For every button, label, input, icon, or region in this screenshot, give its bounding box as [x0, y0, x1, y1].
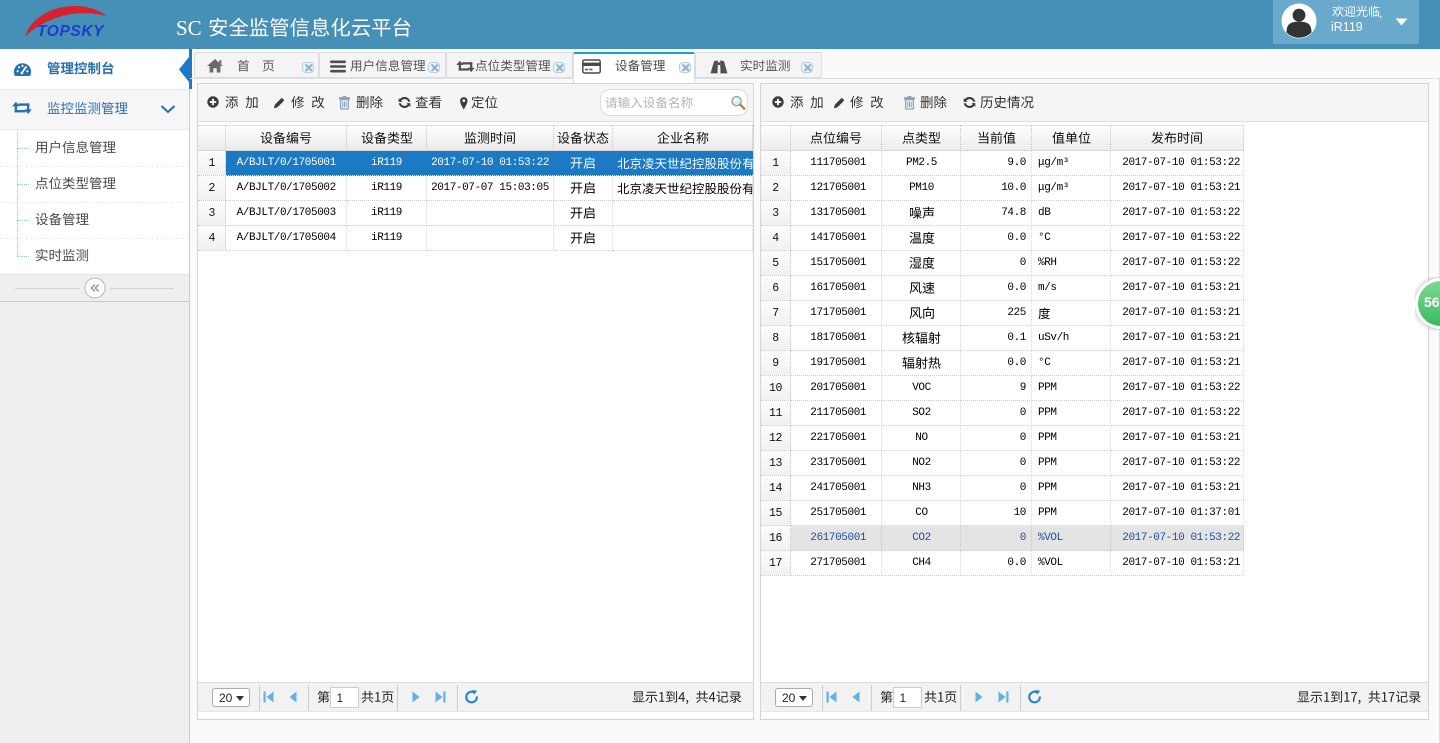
svg-text:TOPSKY: TOPSKY — [37, 23, 105, 40]
